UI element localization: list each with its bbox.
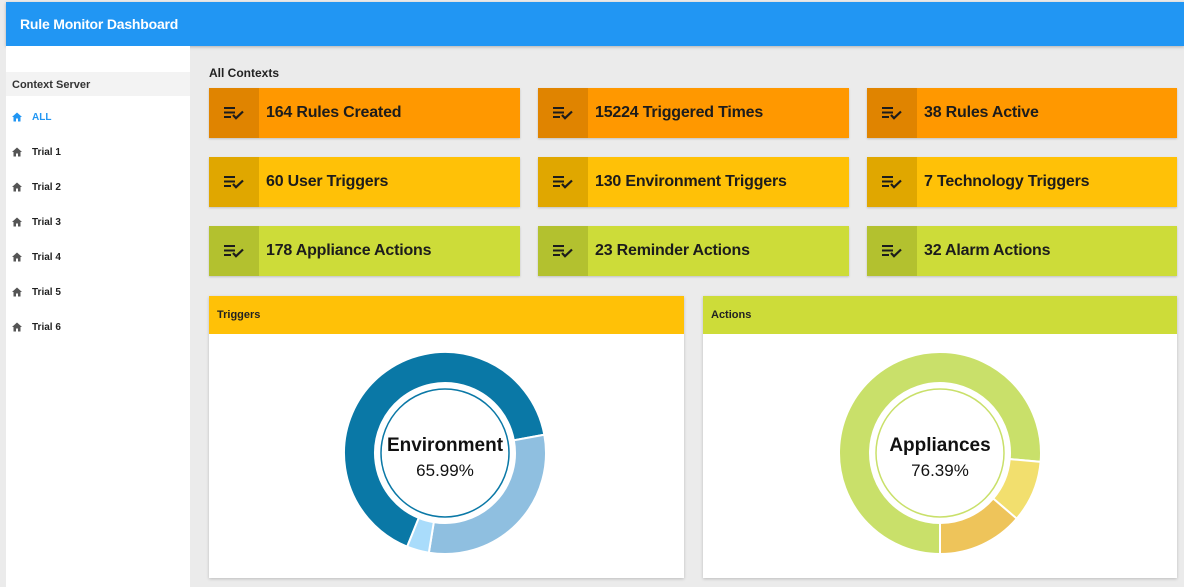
home-icon [12,147,22,157]
sidebar-item-trial-5[interactable]: Trial 5 [6,277,190,307]
actions-panel-title: Actions [703,296,1177,334]
triggers-donut-chart: Environment 65.99% [343,351,547,555]
stat-card-label: 23 Reminder Actions [595,242,750,259]
stat-card-reminder-actions[interactable]: 23 Reminder Actions [538,226,849,276]
sidebar-item-label: Trial 1 [32,146,61,158]
home-icon [12,287,22,297]
home-icon [12,322,22,332]
stat-card-label: 38 Rules Active [924,104,1039,121]
sidebar-item-label: Trial 2 [32,181,61,193]
sidebar-item-trial-6[interactable]: Trial 6 [6,312,190,342]
sidebar-item-trial-3[interactable]: Trial 3 [6,207,190,237]
stat-card-label: 130 Environment Triggers [595,173,787,190]
playlist-check-icon [209,226,259,276]
playlist-check-icon [209,157,259,207]
triggers-panel-title: Triggers [209,296,684,334]
stat-card-rules-active[interactable]: 38 Rules Active [867,88,1177,138]
playlist-check-icon [538,88,588,138]
playlist-check-icon [538,226,588,276]
sidebar-item-all[interactable]: ALL [6,102,190,132]
actions-donut-chart: Appliances 76.39% [838,351,1042,556]
playlist-check-icon [209,88,259,138]
sidebar-item-label: ALL [32,111,52,123]
stat-card-triggered-times[interactable]: 15224 Triggered Times [538,88,849,138]
actions-donut-center-value: 76.39% [911,461,969,480]
stat-card-label: 60 User Triggers [266,173,389,190]
home-icon [12,252,22,262]
playlist-check-icon [538,157,588,207]
playlist-check-icon [867,157,917,207]
sidebar-item-trial-1[interactable]: Trial 1 [6,137,190,167]
actions-panel: Actions Appliances 76.39% [703,296,1177,578]
sidebar-item-trial-2[interactable]: Trial 2 [6,172,190,202]
stat-card-appliance-actions[interactable]: 178 Appliance Actions [209,226,520,276]
stat-card-environment-triggers[interactable]: 130 Environment Triggers [538,157,849,207]
stat-card-label: 178 Appliance Actions [266,242,432,259]
stat-card-technology-triggers[interactable]: 7 Technology Triggers [867,157,1177,207]
playlist-check-icon [867,226,917,276]
app-title: Rule Monitor Dashboard [20,16,179,32]
triggers-donut-center-label: Environment [387,435,504,456]
sidebar-item-label: Trial 4 [32,251,61,263]
home-icon [12,217,22,227]
stat-card-label: 7 Technology Triggers [924,173,1090,190]
playlist-check-icon [867,88,917,138]
page-title: All Contexts [209,66,280,80]
stat-card-rules-created[interactable]: 164 Rules Created [209,88,520,138]
home-icon [12,182,22,192]
sidebar-item-trial-4[interactable]: Trial 4 [6,242,190,272]
sidebar-item-label: Trial 5 [32,286,61,298]
stat-card-label: 15224 Triggered Times [595,104,764,121]
top-app-bar: Rule Monitor Dashboard [6,2,1184,46]
home-icon [12,112,22,122]
stat-card-alarm-actions[interactable]: 32 Alarm Actions [867,226,1177,276]
stat-card-user-triggers[interactable]: 60 User Triggers [209,157,520,207]
stat-card-label: 164 Rules Created [266,104,402,121]
sidebar-item-label: Trial 6 [32,321,61,333]
sidebar-header: Context Server [6,72,190,96]
sidebar: Context Server ALL Trial 1 Trial 2 Trial 3 T… [6,46,190,587]
stat-card-label: 32 Alarm Actions [924,242,1051,259]
sidebar-item-label: Trial 3 [32,216,61,228]
triggers-panel: Triggers Environment 65.99% [209,296,684,578]
triggers-donut-center-value: 65.99% [416,461,474,480]
actions-donut-center-label: Appliances [889,435,990,456]
